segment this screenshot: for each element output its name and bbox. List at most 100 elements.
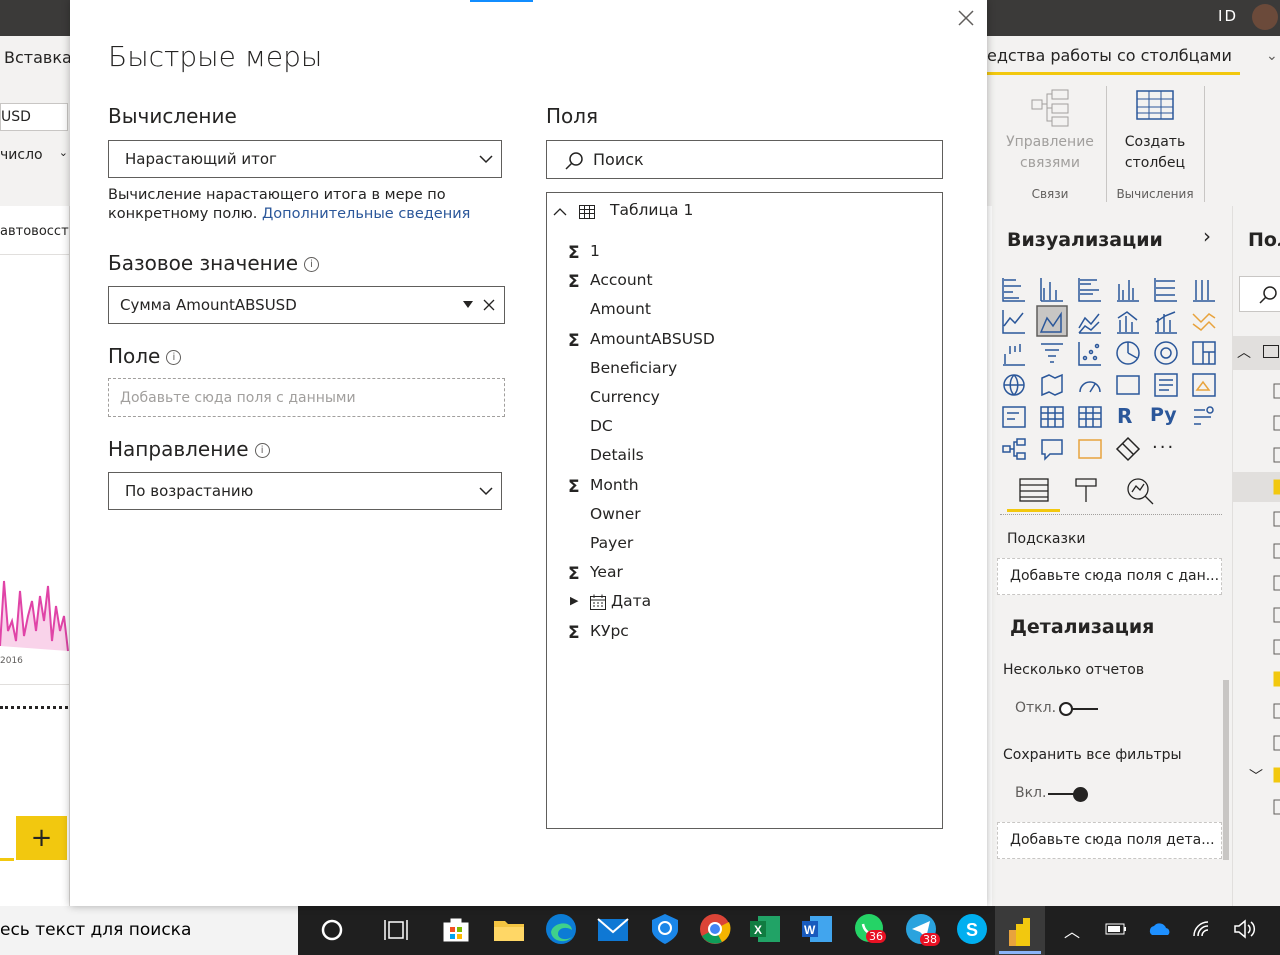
chevron-up-icon[interactable] (553, 207, 567, 216)
tree-item-label: 1 (590, 242, 600, 260)
tree-item[interactable]: ▶ Дата (560, 592, 930, 616)
field-checkboxes[interactable] (1273, 382, 1280, 822)
skype-icon[interactable]: S (955, 912, 989, 946)
tree-item[interactable]: Amount (560, 300, 930, 324)
viz-scrollbar[interactable] (1223, 680, 1229, 860)
area-chart-icon (1036, 305, 1068, 337)
store-icon[interactable] (440, 913, 472, 945)
calendar-icon (590, 594, 606, 611)
info-icon[interactable]: i (304, 257, 319, 272)
tree-item[interactable]: Beneficiary (560, 359, 930, 383)
info-icon[interactable]: i (254, 443, 270, 458)
svg-text:W: W (804, 923, 816, 937)
divider (0, 684, 70, 685)
new-column-button[interactable]: Создать столбец (1112, 88, 1198, 174)
tree-item[interactable]: Currency (560, 388, 930, 412)
telegram-badge: 38 (920, 933, 940, 946)
fields-pane: Пол ︿ ﹀ (1232, 206, 1280, 906)
file-explorer-icon[interactable] (492, 913, 526, 945)
battery-icon[interactable] (1104, 920, 1128, 938)
pie-icon (1116, 341, 1140, 365)
drillthrough-title: Детализация (1010, 616, 1155, 638)
powerbi-taskbar-button[interactable] (995, 906, 1045, 955)
python-visual-icon[interactable]: Py (1150, 404, 1177, 426)
wifi-icon[interactable] (1190, 918, 1214, 940)
mail-icon[interactable] (596, 916, 630, 944)
tree-item[interactable]: Σ Month (560, 476, 930, 500)
expand-icon[interactable]: ▶ (570, 594, 578, 607)
tooltips-drop-well[interactable]: Добавьте сюда поля с дан... (997, 558, 1222, 595)
fields-search-input[interactable]: Поиск (546, 140, 943, 179)
more-visuals-icon[interactable]: ... (1152, 432, 1175, 453)
visual-gallery: R Py ... (1001, 276, 1221, 466)
qa-icon (1041, 439, 1063, 461)
tree-item-label: Beneficiary (590, 358, 678, 377)
tree-item[interactable]: Σ КУрс (560, 622, 930, 646)
tree-item[interactable]: Payer (560, 534, 930, 558)
info-icon[interactable]: i (166, 350, 182, 365)
chevron-down-icon[interactable]: ﹀ (1249, 766, 1263, 786)
currency-combo[interactable]: USD (0, 103, 68, 131)
tree-item[interactable]: Σ Year (560, 563, 930, 587)
direction-select-value: По возрастанию (125, 482, 254, 500)
r-visual-icon[interactable]: R (1117, 404, 1132, 428)
map-icon (1003, 374, 1025, 396)
calculation-select-value: Нарастающий итог (125, 150, 277, 168)
decomposition-tree-icon (1002, 438, 1026, 460)
avatar[interactable] (1252, 4, 1278, 30)
base-value-label: Базовое значение (108, 251, 298, 275)
task-view-icon[interactable] (383, 916, 413, 946)
table-node[interactable]: Таблица 1 (551, 200, 931, 222)
tree-item[interactable]: Σ1 (560, 242, 930, 266)
user-initials: ID (1218, 7, 1238, 25)
tree-item[interactable]: Owner (560, 505, 930, 529)
format-combo[interactable]: число ⌄ (0, 142, 68, 170)
calculations-group-label: Вычисления (1116, 187, 1194, 201)
currency-combo-value: USD (1, 109, 31, 125)
sigma-icon: Σ (568, 476, 580, 497)
sigma-icon: Σ (568, 330, 580, 351)
field-drop-well[interactable]: Добавьте сюда поля с данными (108, 378, 505, 417)
taskbar-search-input[interactable]: есь текст для поиска (0, 906, 298, 955)
volume-icon[interactable] (1232, 918, 1256, 940)
drillthrough-drop-well[interactable]: Добавьте сюда поля дета... (997, 822, 1222, 859)
base-value-field[interactable]: Сумма AmountABSUSD (108, 286, 505, 324)
tab-insert[interactable]: Вставка (4, 48, 72, 67)
calculation-select[interactable]: Нарастающий итог (108, 140, 502, 178)
excel-icon[interactable]: X (748, 912, 782, 946)
dialog-title: Быстрые меры (108, 40, 323, 73)
dropdown-arrow-icon[interactable] (463, 301, 473, 309)
100-column-icon (1193, 280, 1215, 302)
tree-item-label: Details (590, 446, 644, 465)
security-shield-icon[interactable] (648, 912, 682, 946)
cortana-icon[interactable] (318, 916, 348, 946)
tray-chevron-icon[interactable]: ︿ (1064, 918, 1080, 942)
edge-icon[interactable] (544, 912, 578, 946)
onedrive-icon[interactable] (1146, 920, 1172, 938)
remove-icon[interactable] (483, 299, 495, 311)
collapse-pane-icon[interactable]: › (1203, 224, 1211, 248)
matrix-icon (1078, 406, 1102, 428)
tab-column-tools[interactable]: едства работы со столбцами (987, 46, 1232, 65)
tree-item[interactable]: Details (560, 446, 930, 470)
word-icon[interactable]: W (800, 912, 834, 946)
close-icon[interactable] (956, 8, 976, 28)
tree-item[interactable]: Σ Account (560, 271, 930, 295)
learn-more-link[interactable]: Дополнительные сведения (262, 206, 470, 222)
tree-item[interactable]: Σ AmountABSUSD (560, 330, 930, 354)
chevron-up-icon: ︿ (1237, 345, 1251, 361)
tree-item-label: AmountABSUSD (590, 329, 715, 348)
ribbon-collapse-icon[interactable]: ⌄ (1266, 48, 1278, 64)
tree-item[interactable]: DC (560, 417, 930, 441)
report-canvas[interactable]: автовосст 2016 (0, 206, 70, 906)
viz-tab-icons (1019, 478, 1154, 505)
cross-report-toggle[interactable] (1058, 700, 1100, 718)
add-page-button[interactable]: + (16, 816, 67, 860)
calculation-label: Вычисление (108, 104, 237, 128)
direction-select[interactable]: По возрастанию (108, 472, 502, 510)
keep-filters-toggle[interactable] (1048, 785, 1090, 803)
table-row-selected[interactable]: ︿ (1233, 336, 1280, 370)
chrome-icon[interactable] (698, 912, 732, 946)
manage-relationships-button[interactable]: Управление связями (1000, 88, 1100, 174)
fields-search-input[interactable] (1239, 276, 1280, 312)
